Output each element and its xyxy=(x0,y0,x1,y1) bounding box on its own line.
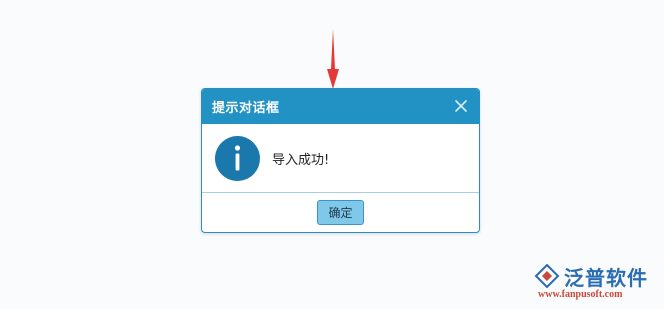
dialog-footer: 确定 xyxy=(202,193,479,232)
dialog-header: 提示对话框 xyxy=(202,89,479,124)
ok-button[interactable]: 确定 xyxy=(317,200,364,225)
close-icon[interactable] xyxy=(453,98,469,114)
pointer-arrow-icon xyxy=(327,29,339,89)
info-icon xyxy=(215,135,260,181)
dialog-body: 导入成功! xyxy=(202,124,479,193)
page: 提示对话框 导入成功! 确定 泛普软件 www.fanpusoft.com xyxy=(0,0,664,309)
brand-logo: 泛普软件 www.fanpusoft.com xyxy=(534,262,659,302)
logo-brand-text: 泛普软件 xyxy=(564,266,648,290)
prompt-dialog: 提示对话框 导入成功! 确定 xyxy=(201,88,480,233)
dialog-title: 提示对话框 xyxy=(212,101,280,116)
dialog-message: 导入成功! xyxy=(272,152,330,168)
logo-mark-icon xyxy=(534,264,560,288)
logo-url-text: www.fanpusoft.com xyxy=(538,289,623,300)
